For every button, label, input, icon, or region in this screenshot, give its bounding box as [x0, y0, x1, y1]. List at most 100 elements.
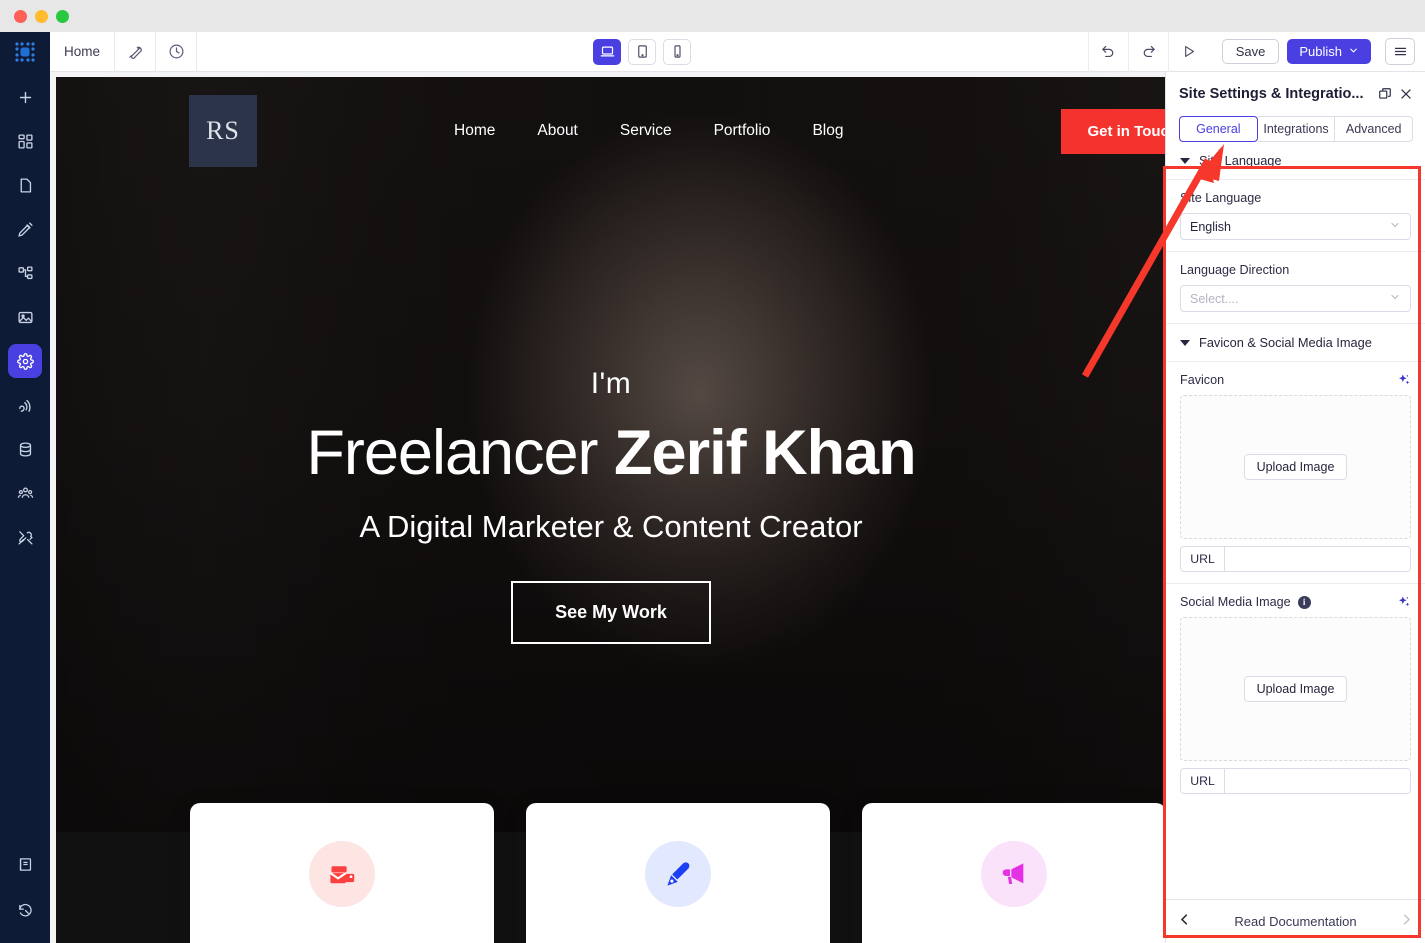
service-card[interactable]: Content Writing Early adopters holy grai…	[526, 803, 830, 943]
panel-tabs: General Integrations Advanced	[1179, 116, 1414, 142]
hero-title: Freelancer Zerif Khan	[56, 417, 1166, 489]
caret-down-icon	[1180, 339, 1190, 346]
chevron-right-icon[interactable]	[1399, 912, 1414, 931]
redo-icon[interactable]	[1127, 31, 1168, 72]
hero-subtitle: A Digital Marketer & Content Creator	[359, 509, 863, 544]
clock-icon[interactable]	[156, 31, 198, 72]
chevron-down-icon	[1348, 44, 1359, 59]
url-tag-label: URL	[1181, 769, 1225, 793]
sidebar-item-documentation[interactable]	[8, 847, 42, 881]
service-card-title: Content Writing	[556, 939, 800, 943]
device-tablet-button[interactable]	[628, 38, 657, 65]
publish-button[interactable]: Publish	[1287, 39, 1372, 64]
window-minimize-button[interactable]	[35, 9, 48, 23]
sidebar-item-dynamic[interactable]	[8, 388, 42, 422]
favicon-url-input[interactable]	[1225, 547, 1410, 571]
sidebar-item-tools[interactable]	[8, 520, 42, 554]
social-image-url-row: URL	[1180, 768, 1411, 794]
tab-general[interactable]: General	[1179, 116, 1258, 142]
detach-window-icon[interactable]	[1378, 87, 1392, 101]
site-logo[interactable]: RS	[189, 95, 257, 167]
hero-cta-button[interactable]: See My Work	[511, 581, 711, 644]
save-button[interactable]: Save	[1221, 39, 1280, 64]
site-language-select[interactable]: English	[1180, 213, 1411, 240]
sidebar-item-settings[interactable]	[8, 344, 42, 378]
service-card[interactable]: Affiliate Marketing Early adopters holy …	[862, 803, 1166, 943]
nav-link-service[interactable]: Service	[620, 122, 672, 140]
top-toolbar: Home Save Publish	[50, 31, 1425, 72]
read-documentation-link[interactable]: Read Documentation	[1192, 914, 1399, 929]
services-cards: Email Marketing Early adopters holy grai…	[56, 803, 1166, 943]
social-image-url-input[interactable]	[1225, 769, 1410, 793]
tab-advanced[interactable]: Advanced	[1335, 116, 1414, 142]
info-icon[interactable]: i	[1297, 595, 1311, 609]
ai-sparkle-icon[interactable]	[1397, 373, 1411, 387]
section-heading: Site Language	[1199, 153, 1282, 168]
chevron-down-icon	[1389, 291, 1401, 306]
field-label-row: Favicon	[1180, 373, 1411, 387]
device-mobile-button[interactable]	[663, 38, 692, 65]
site-nav-links: Home About Service Portfolio Blog	[454, 122, 843, 140]
panel-footer: Read Documentation	[1166, 899, 1425, 943]
field-label: Social Media Image	[1180, 595, 1291, 609]
hamburger-menu-icon[interactable]	[1385, 38, 1416, 65]
sidebar-item-media[interactable]	[8, 300, 42, 334]
left-sidebar	[0, 32, 50, 943]
sidebar-item-history[interactable]	[8, 893, 42, 927]
window-titlebar	[0, 0, 1425, 32]
panel-body: Site Language Site Language English Lang…	[1166, 142, 1425, 899]
field-language-direction: Language Direction Select....	[1166, 252, 1425, 324]
field-label-row: Social Media Image i	[1180, 595, 1411, 609]
nav-link-about[interactable]: About	[537, 122, 578, 140]
field-label: Favicon	[1180, 373, 1225, 387]
social-image-dropzone[interactable]: Upload Image	[1180, 617, 1411, 761]
section-site-language[interactable]: Site Language	[1166, 142, 1425, 180]
hero-content: I'm Freelancer Zerif Khan A Digital Mark…	[56, 367, 1166, 644]
caret-down-icon	[1180, 157, 1190, 164]
url-tag-label: URL	[1181, 547, 1225, 571]
device-desktop-button[interactable]	[593, 38, 622, 65]
toolbar-page-name[interactable]: Home	[50, 31, 116, 72]
language-direction-value: Select....	[1190, 291, 1239, 306]
nav-link-home[interactable]: Home	[454, 122, 495, 140]
app-logo[interactable]	[0, 32, 50, 72]
sidebar-item-design[interactable]	[8, 212, 42, 246]
preview-play-icon[interactable]	[1167, 31, 1208, 72]
hero-title-regular: Freelancer	[306, 418, 615, 488]
field-label: Site Language	[1180, 191, 1262, 205]
favicon-upload-button[interactable]: Upload Image	[1243, 454, 1348, 480]
sidebar-item-database[interactable]	[8, 432, 42, 466]
sidebar-item-widgets[interactable]	[8, 124, 42, 158]
publish-label: Publish	[1299, 44, 1343, 59]
section-favicon-social[interactable]: Favicon & Social Media Image	[1166, 324, 1425, 362]
favicon-url-row: URL	[1180, 546, 1411, 572]
close-icon[interactable]	[1399, 87, 1413, 101]
language-direction-select[interactable]: Select....	[1180, 285, 1411, 312]
panel-title: Site Settings & Integratio...	[1179, 86, 1364, 102]
email-marketing-icon	[309, 841, 375, 907]
tab-integrations[interactable]: Integrations	[1257, 116, 1336, 142]
field-favicon: Favicon Upload Image URL	[1166, 362, 1425, 584]
chevron-left-icon[interactable]	[1177, 912, 1192, 931]
social-image-upload-button[interactable]: Upload Image	[1243, 676, 1348, 702]
sidebar-item-structure[interactable]	[8, 256, 42, 290]
section-heading: Favicon & Social Media Image	[1199, 335, 1372, 350]
sidebar-item-add[interactable]	[8, 80, 42, 114]
wrench-icon[interactable]	[115, 31, 157, 72]
megaphone-icon	[981, 841, 1047, 907]
window-maximize-button[interactable]	[56, 9, 69, 23]
sidebar-item-users[interactable]	[8, 476, 42, 510]
nav-link-portfolio[interactable]: Portfolio	[714, 122, 771, 140]
nav-link-blog[interactable]: Blog	[812, 122, 843, 140]
service-card[interactable]: Email Marketing Early adopters holy grai…	[190, 803, 494, 943]
field-site-language: Site Language English	[1166, 180, 1425, 252]
site-settings-panel: Site Settings & Integratio... General In…	[1165, 72, 1425, 943]
ai-sparkle-icon[interactable]	[1397, 595, 1411, 609]
field-label: Language Direction	[1180, 263, 1290, 277]
sidebar-item-pages[interactable]	[8, 168, 42, 202]
hero-eyebrow: I'm	[590, 367, 632, 400]
favicon-dropzone[interactable]: Upload Image	[1180, 395, 1411, 539]
window-close-button[interactable]	[14, 9, 27, 23]
undo-icon[interactable]	[1087, 31, 1128, 72]
device-preview-toggle	[593, 38, 692, 65]
